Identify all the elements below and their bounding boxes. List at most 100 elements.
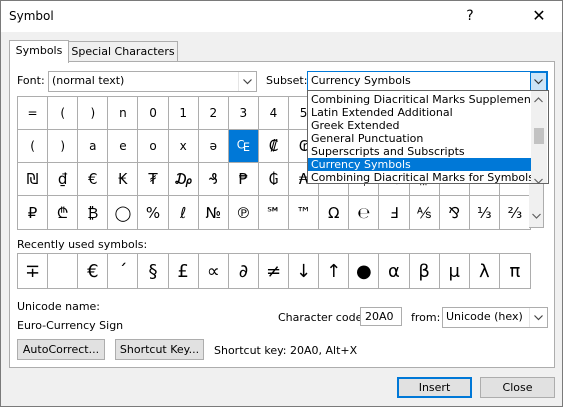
symbol-cell[interactable]: ( bbox=[18, 130, 49, 163]
help-icon[interactable]: ? bbox=[459, 6, 481, 26]
symbol-cell[interactable]: ⅔ bbox=[499, 196, 530, 229]
symbol-cell[interactable]: a bbox=[78, 130, 109, 163]
symbol-cell[interactable]: e bbox=[108, 130, 139, 163]
recent-symbol-cell[interactable]: μ bbox=[440, 254, 470, 288]
recent-symbol-cell[interactable]: § bbox=[138, 254, 169, 288]
close-button-label: Close bbox=[502, 381, 533, 394]
scroll-down-icon[interactable] bbox=[529, 213, 544, 225]
symbol-cell[interactable]: x bbox=[168, 130, 199, 163]
symbol-cell[interactable]: ₭ bbox=[108, 163, 139, 196]
recent-symbol-cell[interactable] bbox=[48, 254, 79, 288]
symbol-cell[interactable]: 1 bbox=[168, 97, 199, 130]
symbol-cell[interactable]: o bbox=[138, 130, 169, 163]
symbol-cell[interactable]: 3 bbox=[228, 97, 259, 130]
symbol-cell[interactable]: ℠ bbox=[258, 196, 290, 229]
symbol-cell[interactable]: ₲ bbox=[258, 163, 290, 196]
symbol-cell[interactable]: ₿ bbox=[78, 196, 109, 229]
subset-option[interactable]: Superscripts and Subscripts bbox=[308, 145, 531, 158]
tab-symbols-label: Symbols bbox=[15, 44, 63, 57]
symbol-cell[interactable]: ℓ bbox=[168, 196, 199, 229]
symbol-cell[interactable]: ⅋ bbox=[439, 196, 470, 229]
from-select-value: Unicode (hex) bbox=[446, 310, 523, 323]
symbol-cell[interactable]: Ⅎ bbox=[379, 196, 410, 229]
autocorrect-button-label: AutoCorrect... bbox=[22, 343, 100, 356]
dropdown-scrollbar[interactable] bbox=[531, 91, 547, 184]
subset-select-value: Currency Symbols bbox=[311, 74, 411, 87]
symbol-cell[interactable]: ₯ bbox=[168, 163, 199, 196]
symbol-cell[interactable]: ₪ bbox=[18, 163, 49, 196]
tab-special-characters[interactable]: Special Characters bbox=[68, 41, 178, 63]
unicode-name-value: Euro-Currency Sign bbox=[17, 319, 124, 332]
scroll-up-icon[interactable] bbox=[534, 93, 543, 106]
recent-symbol-cell[interactable]: ↓ bbox=[289, 254, 320, 288]
symbol-cell[interactable]: ₮ bbox=[138, 163, 169, 196]
recent-symbol-cell[interactable]: ∂ bbox=[229, 254, 259, 288]
close-button[interactable]: Close bbox=[480, 377, 555, 398]
symbol-cell[interactable]: № bbox=[198, 196, 229, 229]
character-code-input[interactable]: 20A0 bbox=[360, 307, 402, 326]
scroll-down-icon[interactable] bbox=[534, 174, 543, 187]
recent-symbol-cell[interactable]: ∝ bbox=[199, 254, 229, 288]
symbol-cell[interactable]: ₡ bbox=[258, 130, 290, 163]
recent-symbol-cell[interactable]: α bbox=[379, 254, 410, 288]
subset-option[interactable]: General Punctuation bbox=[308, 132, 531, 145]
unicode-name-label: Unicode name: bbox=[17, 300, 101, 313]
symbol-cell[interactable]: ₾ bbox=[48, 196, 79, 229]
recent-symbol-cell[interactable]: λ bbox=[470, 254, 500, 288]
subset-option[interactable]: Greek Extended bbox=[308, 119, 531, 132]
symbol-cell[interactable]: ) bbox=[78, 97, 109, 130]
symbol-cell[interactable]: ( bbox=[48, 97, 79, 130]
symbol-cell[interactable]: ₱ bbox=[228, 163, 259, 196]
symbol-cell[interactable]: ™ bbox=[289, 196, 320, 229]
subset-option[interactable]: Currency Symbols bbox=[308, 158, 531, 171]
font-select[interactable]: (normal text) bbox=[48, 71, 257, 92]
chevron-down-icon bbox=[238, 72, 256, 91]
tab-symbols[interactable]: Symbols bbox=[9, 40, 69, 63]
recent-symbol-cell[interactable]: β bbox=[410, 254, 440, 288]
close-icon[interactable]: ✕ bbox=[528, 6, 550, 26]
recent-symbol-cell[interactable]: ≠ bbox=[259, 254, 290, 288]
symbol-cell[interactable]: = bbox=[18, 97, 49, 130]
symbol-cell[interactable]: ₫ bbox=[48, 163, 79, 196]
symbol-cell[interactable]: ℗ bbox=[228, 196, 259, 229]
insert-button[interactable]: Insert bbox=[397, 377, 472, 398]
symbol-cell[interactable]: ⅍ bbox=[409, 196, 440, 229]
symbol-cell[interactable]: n bbox=[108, 97, 139, 130]
subset-option[interactable]: Combining Diacritical Marks for Symbols bbox=[308, 171, 531, 184]
symbol-cell[interactable]: ₰ bbox=[198, 163, 229, 196]
subset-option[interactable]: Latin Extended Additional bbox=[308, 106, 531, 119]
symbol-cell[interactable]: ₠ bbox=[228, 130, 259, 163]
symbol-cell[interactable]: € bbox=[78, 163, 109, 196]
font-select-value: (normal text) bbox=[52, 74, 125, 87]
title-bar: Symbol ? ✕ bbox=[1, 1, 562, 32]
font-label: Font: bbox=[17, 74, 45, 87]
recent-symbol-cell[interactable]: ∓ bbox=[18, 254, 49, 288]
character-code-label: Character code: bbox=[278, 311, 367, 324]
symbol-cell[interactable]: 4 bbox=[258, 97, 290, 130]
symbol-cell[interactable]: 2 bbox=[198, 97, 229, 130]
autocorrect-button[interactable]: AutoCorrect... bbox=[17, 339, 105, 360]
shortcut-key-button-label: Shortcut Key... bbox=[119, 343, 200, 356]
symbol-cell[interactable]: ℮ bbox=[349, 196, 380, 229]
symbol-cell[interactable]: ₽ bbox=[18, 196, 49, 229]
symbol-cell[interactable]: ) bbox=[48, 130, 79, 163]
symbol-cell[interactable]: 0 bbox=[138, 97, 169, 130]
dropdown-scroll-thumb[interactable] bbox=[534, 128, 544, 144]
recent-symbol-cell[interactable]: ´ bbox=[108, 254, 139, 288]
symbol-cell[interactable]: ⅓ bbox=[469, 196, 500, 229]
recent-symbol-cell[interactable]: £ bbox=[169, 254, 199, 288]
recent-symbol-cell[interactable]: ↑ bbox=[319, 254, 350, 288]
symbol-cell[interactable]: ə bbox=[198, 130, 229, 163]
symbol-cell[interactable]: % bbox=[138, 196, 169, 229]
subset-option[interactable]: Combining Diacritical Marks Supplement bbox=[308, 93, 531, 106]
recent-symbols-grid: ∓ € ´ § £ ∝ ∂ ≠ ↓ ↑ ● α β μ λ π bbox=[17, 253, 531, 289]
symbol-cell[interactable]: Ω bbox=[319, 196, 350, 229]
recent-symbol-cell[interactable]: € bbox=[78, 254, 109, 288]
recent-symbol-cell[interactable]: π bbox=[500, 254, 530, 288]
shortcut-key-button[interactable]: Shortcut Key... bbox=[115, 339, 204, 360]
from-select[interactable]: Unicode (hex) bbox=[442, 307, 548, 328]
subset-label: Subset: bbox=[266, 74, 308, 87]
recent-symbol-cell[interactable]: ● bbox=[349, 254, 380, 288]
subset-select[interactable]: Currency Symbols bbox=[307, 71, 548, 92]
symbol-cell[interactable]: ◯ bbox=[108, 196, 139, 229]
